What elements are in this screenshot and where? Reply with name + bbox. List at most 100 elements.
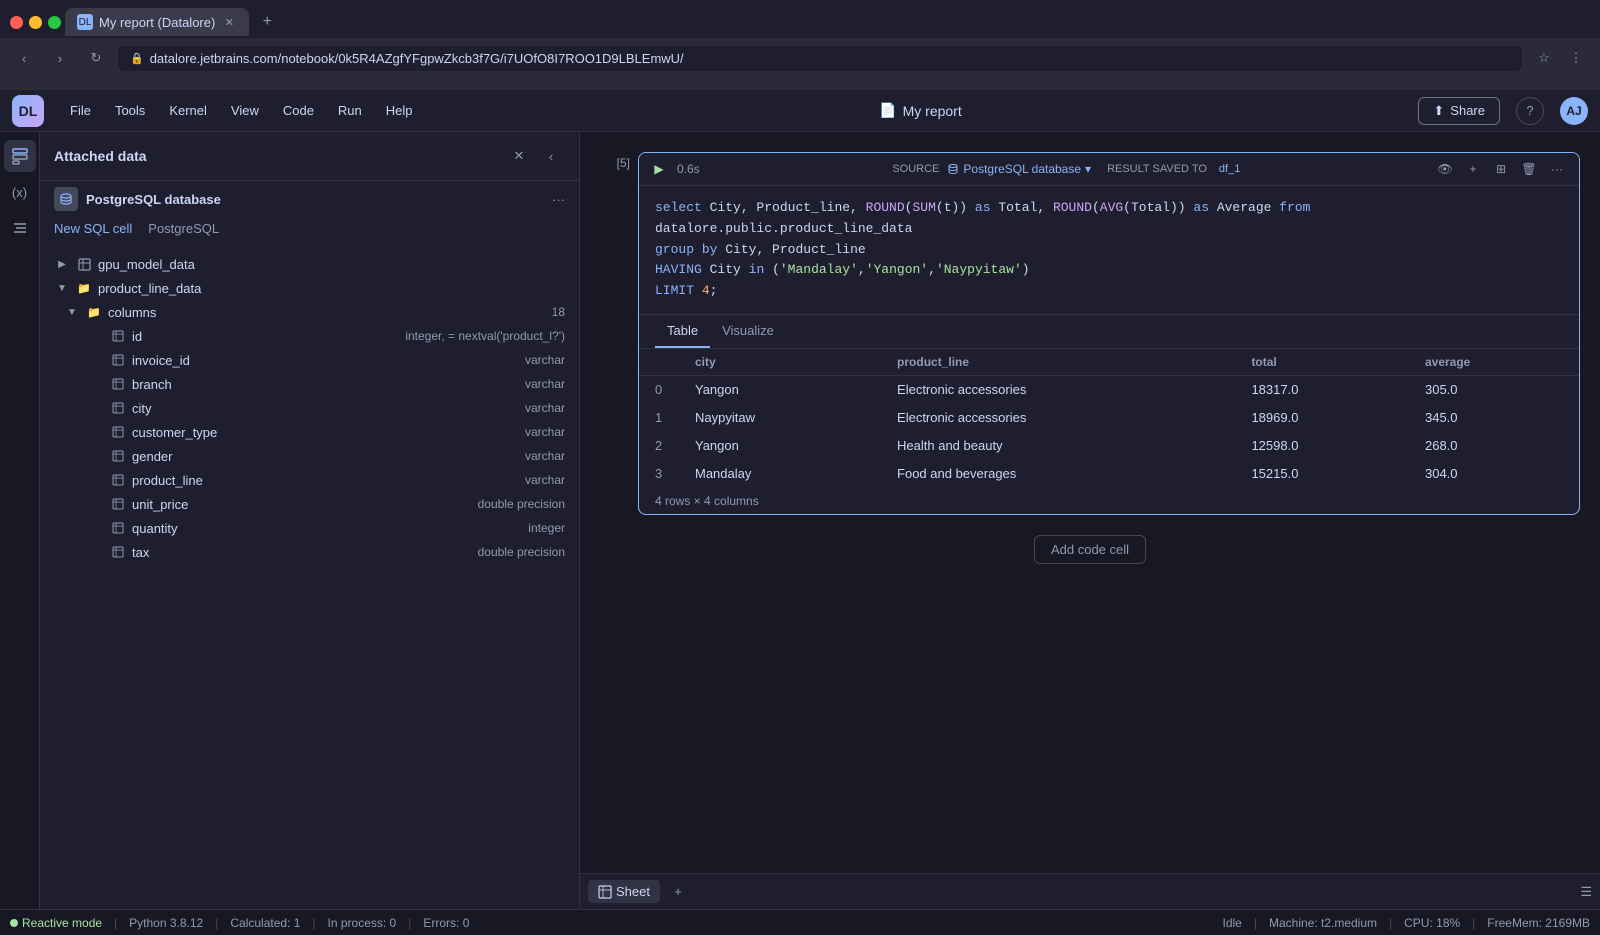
column-unit-price: unit_price double precision	[40, 492, 579, 516]
col-name-unit-price: unit_price	[132, 497, 472, 512]
menu-file[interactable]: File	[60, 99, 101, 122]
code-area[interactable]: select City, Product_line, ROUND(SUM(t))…	[639, 186, 1579, 314]
col-header-average: average	[1409, 349, 1579, 376]
share-button[interactable]: ⬆ Share	[1418, 97, 1500, 125]
cell-add-button[interactable]: +	[1461, 157, 1485, 181]
column-tax: tax double precision	[40, 540, 579, 564]
col-name-gender: gender	[132, 449, 519, 464]
browser-menu-button[interactable]: ⋮	[1562, 44, 1590, 72]
tree-item-product[interactable]: ▼ 📁 product_line_data	[40, 276, 579, 300]
postgresql-tab[interactable]: PostgreSQL	[148, 221, 219, 236]
new-sql-cell-button[interactable]: New SQL cell	[54, 221, 132, 236]
notebook-content: [5] ▶ 0.6s SOURCE	[580, 132, 1600, 873]
menu-help[interactable]: Help	[376, 99, 423, 122]
db-badge[interactable]: PostgreSQL database ▾	[947, 162, 1091, 176]
cell-toolbar-actions: 👁 + ⊞ 🗑 ···	[1433, 157, 1569, 181]
cell-format-button[interactable]: ⊞	[1489, 157, 1513, 181]
col-name-city: city	[132, 401, 519, 416]
back-button[interactable]: ‹	[10, 44, 38, 72]
help-button[interactable]: ?	[1516, 97, 1544, 125]
db-source: PostgreSQL database ···	[40, 181, 579, 217]
col-header-city: city	[679, 349, 881, 376]
python-version-label: Python 3.8.12	[129, 916, 203, 930]
col-icon	[110, 328, 126, 344]
table-row: 1 Naypyitaw Electronic accessories 18969…	[639, 403, 1579, 431]
add-code-cell-button[interactable]: Add code cell	[1034, 535, 1146, 564]
tab-table[interactable]: Table	[655, 315, 710, 348]
reactive-mode-indicator: Reactive mode	[10, 916, 102, 930]
avatar[interactable]: AJ	[1560, 97, 1588, 125]
tree-toggle-gpu[interactable]: ▶	[54, 256, 70, 272]
row-product-line-0: Electronic accessories	[881, 375, 1235, 403]
result-var-link[interactable]: df_1	[1219, 163, 1240, 175]
tree-item-gpu[interactable]: ▶ gpu_model_data	[40, 252, 579, 276]
column-branch: branch varchar	[40, 372, 579, 396]
menu-view[interactable]: View	[221, 99, 269, 122]
add-sheet-button[interactable]: +	[664, 878, 692, 906]
result-area: Table Visualize city product_line tot	[639, 314, 1579, 514]
sidebar-icon-data[interactable]	[4, 140, 36, 172]
result-table: city product_line total average 0	[639, 349, 1579, 488]
sidebar-icon-variables[interactable]: (x)	[4, 176, 36, 208]
code-line-1: select City, Product_line, ROUND(SUM(t))…	[655, 198, 1563, 219]
tab-visualize[interactable]: Visualize	[710, 315, 786, 348]
traffic-lights	[10, 16, 61, 29]
menu-run[interactable]: Run	[328, 99, 372, 122]
row-city-1: Naypyitaw	[679, 403, 881, 431]
address-bar[interactable]: 🔒 datalore.jetbrains.com/notebook/0k5R4A…	[118, 46, 1522, 71]
tree-toggle-columns[interactable]: ▼	[64, 304, 80, 320]
col-icon-invoice	[110, 352, 126, 368]
tab-favicon: DL	[77, 14, 93, 30]
panel-close-button[interactable]: ✕	[505, 142, 533, 170]
row-index-3: 3	[639, 459, 679, 487]
browser-tab-active[interactable]: DL My report (Datalore) ✕	[65, 8, 249, 36]
forward-button[interactable]: ›	[46, 44, 74, 72]
column-invoice-id: invoice_id varchar	[40, 348, 579, 372]
maximize-window-button[interactable]	[48, 16, 61, 29]
panel-collapse-button[interactable]: ‹	[537, 142, 565, 170]
menu-code[interactable]: Code	[273, 99, 324, 122]
cell-more-button[interactable]: ···	[1545, 157, 1569, 181]
table-row: 0 Yangon Electronic accessories 18317.0 …	[639, 375, 1579, 403]
in-process-label: In process: 0	[328, 916, 397, 930]
col-header-total: total	[1235, 349, 1409, 376]
new-tab-button[interactable]: +	[253, 8, 281, 36]
menu-kernel[interactable]: Kernel	[159, 99, 217, 122]
row-average-2: 268.0	[1409, 431, 1579, 459]
app: DL File Tools Kernel View Code Run Help …	[0, 90, 1600, 935]
menu-tools[interactable]: Tools	[105, 99, 155, 122]
bottom-menu-button[interactable]: ☰	[1580, 884, 1592, 900]
tree-toggle-product[interactable]: ▼	[54, 280, 70, 296]
reactive-dot	[10, 919, 18, 927]
cell-eye-button[interactable]: 👁	[1433, 157, 1457, 181]
columns-label: columns	[108, 305, 546, 320]
sidebar-icon-outline[interactable]	[4, 212, 36, 244]
cell-delete-button[interactable]: 🗑	[1517, 157, 1541, 181]
col-type-city: varchar	[525, 401, 565, 415]
run-cell-button[interactable]: ▶	[649, 159, 669, 179]
left-sidebar: (x)	[0, 132, 40, 909]
col-icon-customer	[110, 424, 126, 440]
row-average-1: 345.0	[1409, 403, 1579, 431]
row-product-line-2: Health and beauty	[881, 431, 1235, 459]
calculated-label: Calculated: 1	[230, 916, 300, 930]
status-bar: Reactive mode | Python 3.8.12 | Calculat…	[0, 909, 1600, 935]
bookmark-button[interactable]: ☆	[1530, 44, 1558, 72]
col-icon-tax	[110, 544, 126, 560]
lock-icon: 🔒	[130, 52, 144, 65]
col-name-product-line: product_line	[132, 473, 519, 488]
col-type-customer: varchar	[525, 425, 565, 439]
folder-icon: 📁	[76, 280, 92, 296]
columns-item[interactable]: ▼ 📁 columns 18	[40, 300, 579, 324]
sheet-tab[interactable]: Sheet	[588, 880, 660, 903]
minimize-window-button[interactable]	[29, 16, 42, 29]
row-index-1: 1	[639, 403, 679, 431]
close-window-button[interactable]	[10, 16, 23, 29]
code-line-4: HAVING City in ('Mandalay','Yangon','Nay…	[655, 260, 1563, 281]
reload-button[interactable]: ↻	[82, 44, 110, 72]
source-label: SOURCE	[892, 163, 939, 175]
db-more-button[interactable]: ···	[552, 192, 565, 207]
tab-close-button[interactable]: ✕	[221, 14, 237, 30]
col-icon-unit-price	[110, 496, 126, 512]
row-average-0: 305.0	[1409, 375, 1579, 403]
